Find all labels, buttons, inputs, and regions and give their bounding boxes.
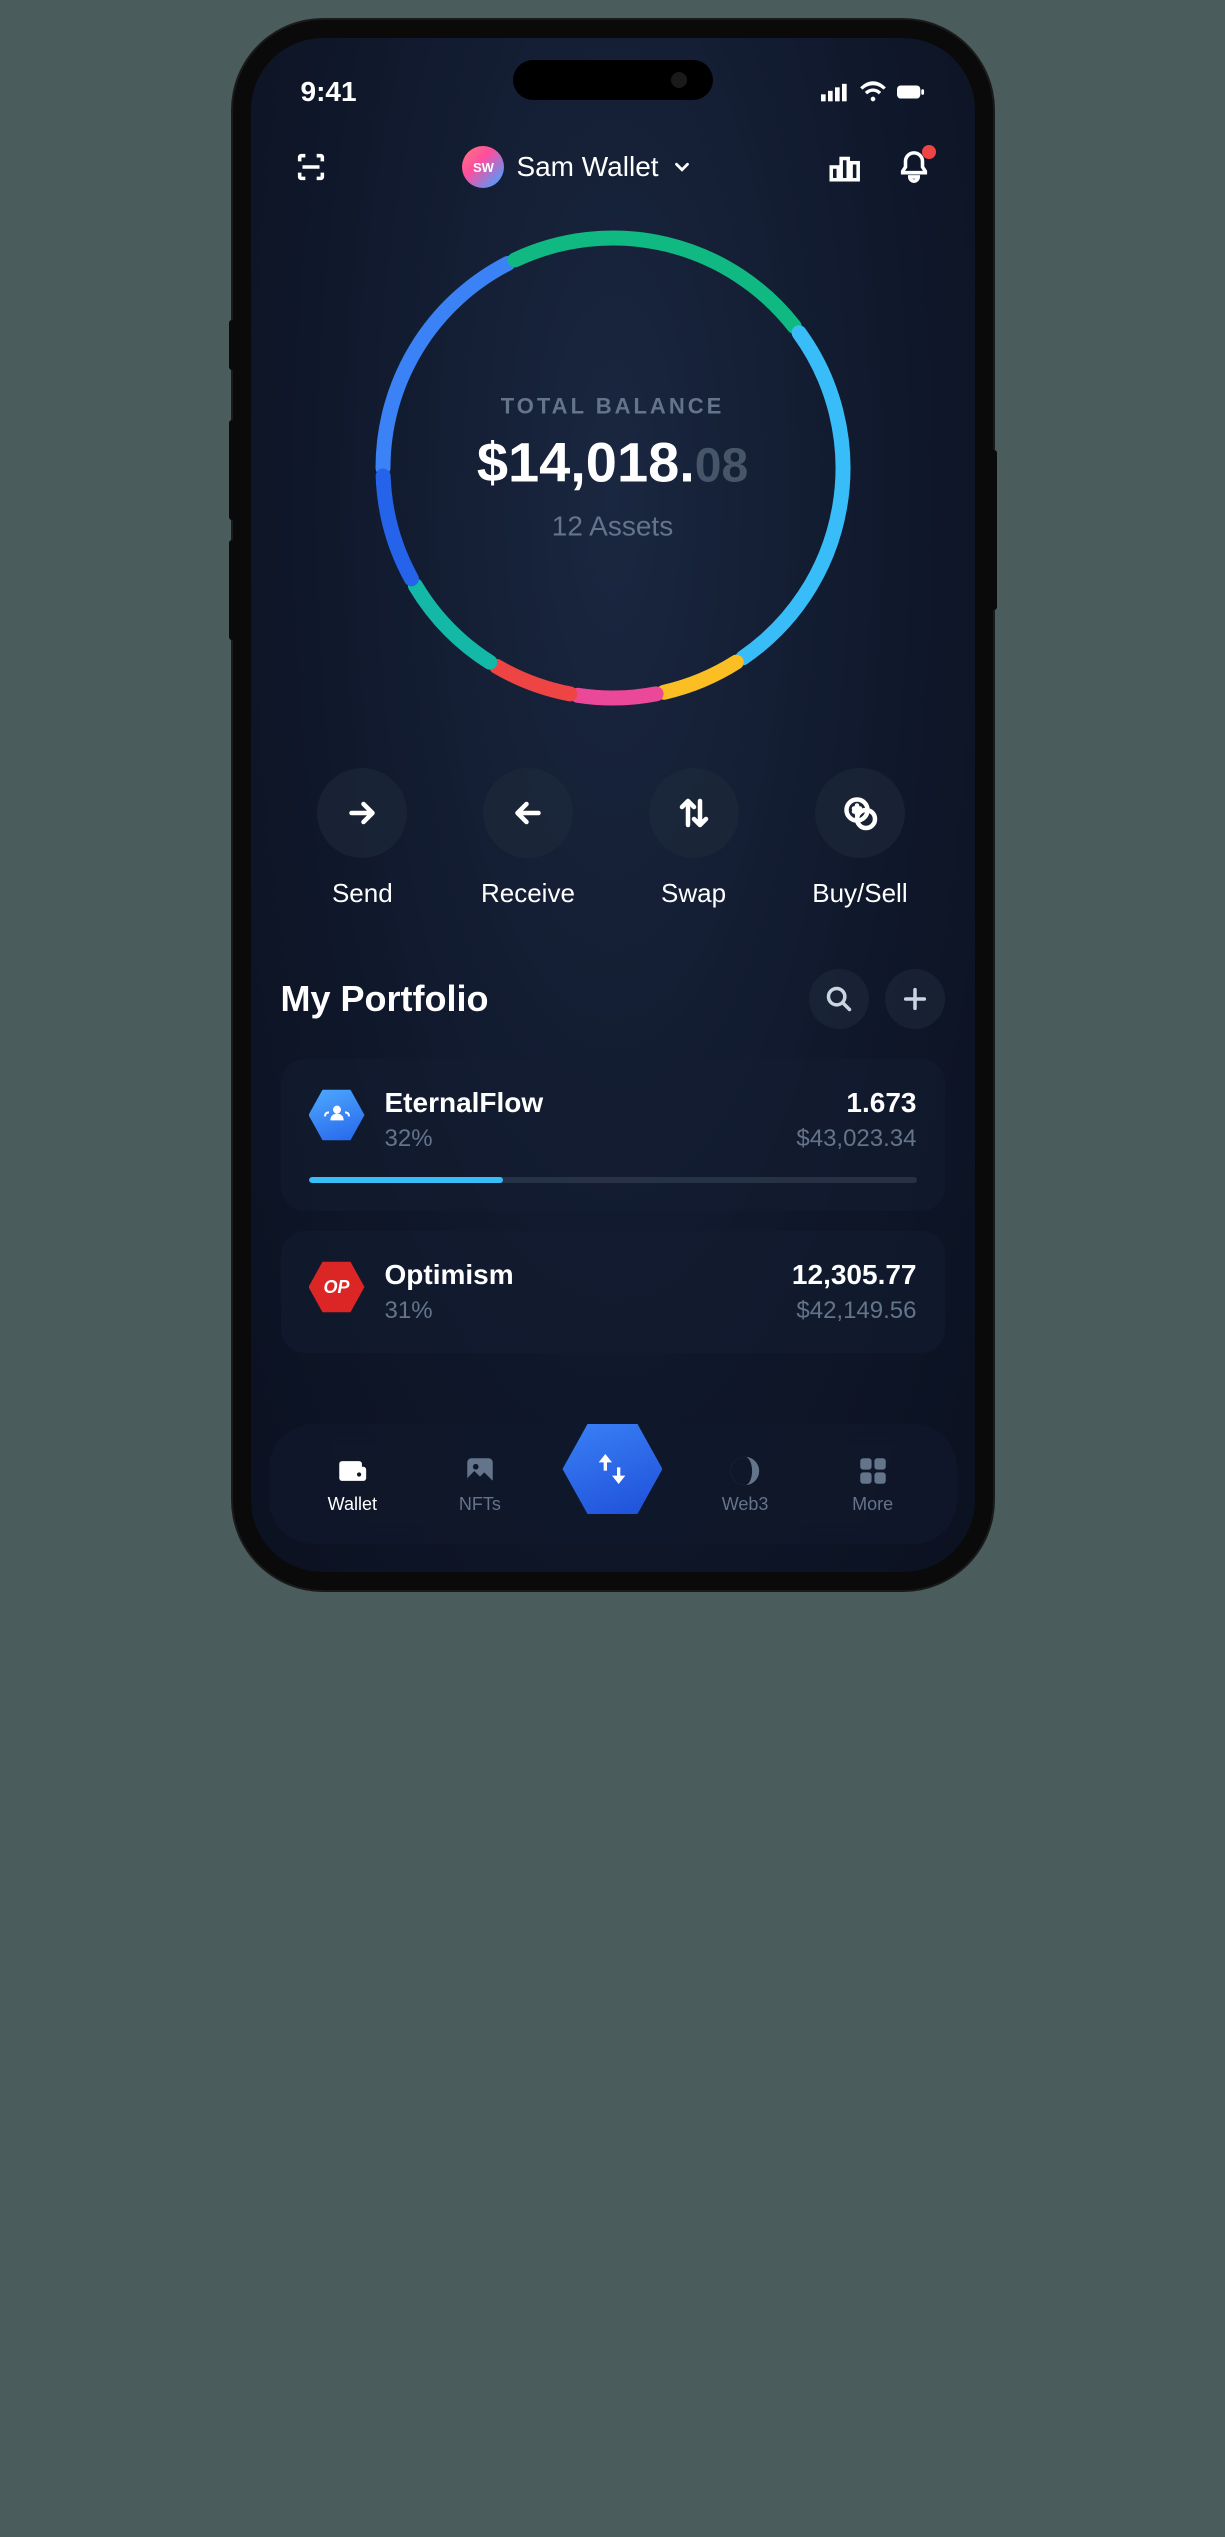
optimism-icon: OP xyxy=(309,1259,365,1315)
nav-more[interactable]: More xyxy=(828,1454,918,1515)
plus-icon xyxy=(901,985,929,1013)
buysell-label: Buy/Sell xyxy=(812,878,907,909)
asset-progress-bar xyxy=(309,1177,917,1183)
asset-card[interactable]: EternalFlow 32% 1.673 $43,023.34 xyxy=(281,1059,945,1211)
receive-label: Receive xyxy=(481,878,575,909)
assets-count: 12 Assets xyxy=(477,511,748,543)
donut-segment xyxy=(383,476,411,579)
donut-segment xyxy=(515,238,794,326)
actions-row: Send Receive Swap Buy/Sell xyxy=(251,718,975,939)
cellular-icon xyxy=(821,81,849,103)
dynamic-island xyxy=(513,60,713,100)
arrow-right-icon xyxy=(344,795,380,831)
portfolio-title: My Portfolio xyxy=(281,978,489,1020)
donut-segment xyxy=(742,333,842,658)
nav-wallet-label: Wallet xyxy=(328,1494,377,1515)
power-button xyxy=(991,450,997,610)
side-button xyxy=(229,320,235,370)
notification-dot xyxy=(922,145,936,159)
scan-button[interactable] xyxy=(291,147,331,187)
wallet-avatar: SW xyxy=(462,146,504,188)
stats-button[interactable] xyxy=(824,147,864,187)
wallet-initials: SW xyxy=(473,160,494,175)
app-header: SW Sam Wallet xyxy=(251,118,975,198)
portfolio-section: My Portfolio EternalFlow 32% xyxy=(251,939,975,1353)
balance-label: TOTAL BALANCE xyxy=(477,394,748,420)
eternalflow-icon xyxy=(309,1087,365,1143)
nav-wallet[interactable]: Wallet xyxy=(307,1454,397,1515)
send-action[interactable]: Send xyxy=(317,768,407,909)
balance-donut-chart: TOTAL BALANCE $14,018.08 12 Assets xyxy=(251,218,975,718)
wifi-icon xyxy=(859,81,887,103)
nav-more-label: More xyxy=(852,1494,893,1515)
asset-name: Optimism xyxy=(385,1259,772,1291)
image-icon xyxy=(463,1454,497,1488)
balance-amount: $14,018.08 xyxy=(477,430,748,495)
nav-nfts[interactable]: NFTs xyxy=(435,1454,525,1515)
wallet-name: Sam Wallet xyxy=(516,151,658,183)
asset-list: EternalFlow 32% 1.673 $43,023.34 OP Opti… xyxy=(281,1059,945,1353)
phone-frame: 9:41 SW Sam Wallet xyxy=(233,20,993,1590)
swap-icon xyxy=(676,795,712,831)
arrow-left-icon xyxy=(510,795,546,831)
donut-segment xyxy=(415,586,489,662)
volume-up-button xyxy=(229,420,235,520)
battery-icon xyxy=(897,81,925,103)
asset-card[interactable]: OP Optimism 31% 12,305.77 $42,149.56 xyxy=(281,1231,945,1353)
volume-down-button xyxy=(229,540,235,640)
scan-icon xyxy=(294,150,328,184)
donut-segment xyxy=(577,694,655,698)
chevron-down-icon xyxy=(671,156,693,178)
buysell-action[interactable]: Buy/Sell xyxy=(812,768,907,909)
grid-icon xyxy=(856,1454,890,1488)
asset-name: EternalFlow xyxy=(385,1087,777,1119)
bar-chart-icon xyxy=(827,150,861,184)
asset-value: $43,023.34 xyxy=(796,1125,916,1153)
globe-icon xyxy=(728,1454,762,1488)
nav-center-button[interactable] xyxy=(562,1419,662,1519)
nav-web3-label: Web3 xyxy=(722,1494,769,1515)
wallet-icon xyxy=(335,1454,369,1488)
receive-action[interactable]: Receive xyxy=(481,768,575,909)
donut-segment xyxy=(663,662,735,692)
bottom-nav: Wallet NFTs Web3 More xyxy=(269,1424,957,1544)
balance-cents: 08 xyxy=(695,440,748,493)
swap-action[interactable]: Swap xyxy=(649,768,739,909)
notifications-button[interactable] xyxy=(894,147,934,187)
search-button[interactable] xyxy=(809,969,869,1029)
send-label: Send xyxy=(332,878,393,909)
search-icon xyxy=(825,985,853,1013)
nav-nfts-label: NFTs xyxy=(459,1494,501,1515)
asset-percent: 31% xyxy=(385,1297,772,1325)
swap-label: Swap xyxy=(661,878,726,909)
donut-segment xyxy=(496,666,569,694)
coin-icon xyxy=(842,795,878,831)
balance-main: $14,018. xyxy=(477,431,695,494)
phone-screen: 9:41 SW Sam Wallet xyxy=(251,38,975,1572)
asset-amount: 12,305.77 xyxy=(792,1259,917,1291)
wallet-selector[interactable]: SW Sam Wallet xyxy=(462,146,692,188)
nav-web3[interactable]: Web3 xyxy=(700,1454,790,1515)
asset-value: $42,149.56 xyxy=(792,1297,917,1325)
asset-percent: 32% xyxy=(385,1125,777,1153)
status-time: 9:41 xyxy=(301,76,357,108)
add-button[interactable] xyxy=(885,969,945,1029)
asset-amount: 1.673 xyxy=(796,1087,916,1119)
exchange-icon xyxy=(592,1449,632,1489)
